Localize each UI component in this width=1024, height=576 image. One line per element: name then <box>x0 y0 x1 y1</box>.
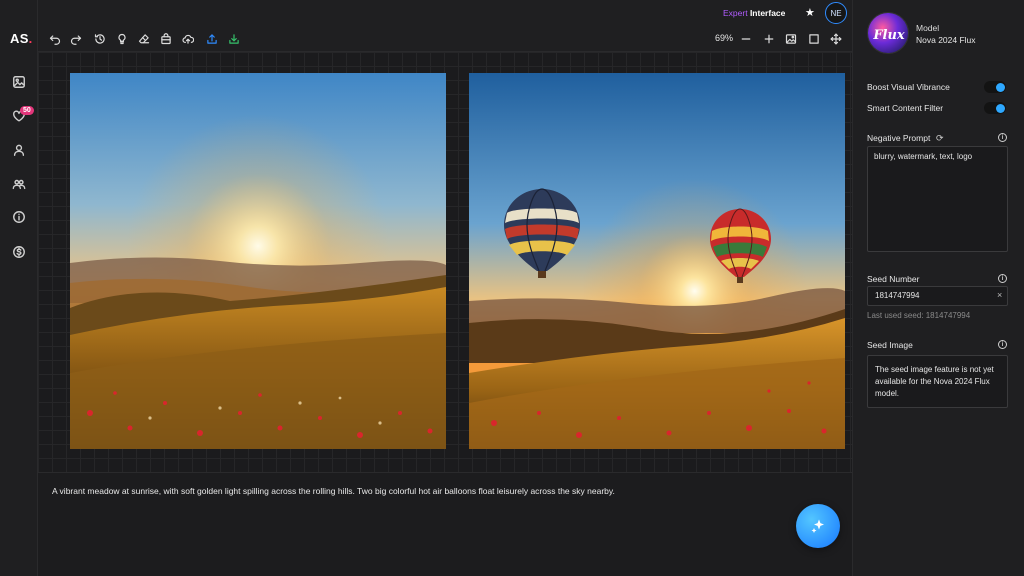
model-name[interactable]: Nova 2024 Flux <box>916 35 976 45</box>
top-toolbar: Expert Interface ★ NE 69% <box>38 0 852 52</box>
generate-button[interactable] <box>796 504 840 548</box>
negative-prompt-input[interactable]: blurry, watermark, text, logo <box>867 146 1008 252</box>
seed-number-input[interactable]: 1814747994 <box>867 286 1008 306</box>
model-logo[interactable]: Flux <box>867 12 909 54</box>
info-icon[interactable] <box>11 209 27 225</box>
gallery-icon[interactable] <box>11 74 27 90</box>
eraser-icon[interactable] <box>136 31 152 47</box>
seed-image-notice: The seed image feature is not yet availa… <box>867 355 1008 408</box>
canvas-area[interactable] <box>38 52 852 472</box>
content-filter-label: Smart Content Filter <box>867 103 944 113</box>
negative-prompt-info-icon[interactable]: i <box>998 133 1007 142</box>
prompt-area[interactable]: A vibrant meadow at sunrise, with soft g… <box>38 472 852 576</box>
cloud-upload-icon[interactable] <box>180 31 196 47</box>
bulb-icon[interactable] <box>114 31 130 47</box>
zoom-level: 69% <box>715 33 734 43</box>
community-icon[interactable] <box>11 176 27 192</box>
app-logo[interactable]: AS. <box>10 31 33 46</box>
redo-icon[interactable] <box>68 31 84 47</box>
seed-image-label: Seed Image <box>867 340 913 350</box>
content-filter-toggle[interactable] <box>984 102 1006 114</box>
upload-icon[interactable] <box>204 31 220 47</box>
left-rail: AS. 50 <box>0 0 38 576</box>
zoom-in-icon[interactable] <box>761 31 777 47</box>
move-icon[interactable] <box>828 31 844 47</box>
star-icon[interactable]: ★ <box>805 6 815 19</box>
refresh-icon[interactable]: ⟳ <box>936 133 944 144</box>
download-icon[interactable] <box>226 31 242 47</box>
image-icon[interactable] <box>783 31 799 47</box>
generated-image-2[interactable] <box>469 73 845 449</box>
history-icon[interactable] <box>92 31 108 47</box>
model-label: Model <box>916 23 940 33</box>
negative-prompt-label: Negative Prompt <box>867 133 931 143</box>
avatar[interactable]: NE <box>825 2 847 24</box>
boost-vibrance-label: Boost Visual Vibrance <box>867 82 950 92</box>
settings-panel: Flux Model Nova 2024 Flux Boost Visual V… <box>852 0 1024 576</box>
seed-image-info-icon[interactable]: i <box>998 340 1007 349</box>
clear-icon[interactable]: × <box>997 290 1002 300</box>
zoom-out-icon[interactable] <box>738 31 754 47</box>
frame-icon[interactable] <box>806 31 822 47</box>
bag-icon[interactable] <box>158 31 174 47</box>
undo-icon[interactable] <box>47 31 63 47</box>
svg-text:Flux: Flux <box>872 28 905 43</box>
sparkle-icon <box>811 519 824 533</box>
favorites-count-badge: 50 <box>20 106 34 115</box>
last-used-seed: Last used seed: 1814747994 <box>867 311 971 320</box>
pricing-icon[interactable] <box>11 244 27 260</box>
user-icon[interactable] <box>11 142 27 158</box>
seed-number-info-icon[interactable]: i <box>998 274 1007 283</box>
interface-mode-label[interactable]: Expert Interface <box>723 8 785 18</box>
prompt-text[interactable]: A vibrant meadow at sunrise, with soft g… <box>52 486 615 496</box>
boost-vibrance-toggle[interactable] <box>984 81 1006 93</box>
generated-image-1[interactable] <box>70 73 446 449</box>
seed-number-label: Seed Number <box>867 274 920 284</box>
